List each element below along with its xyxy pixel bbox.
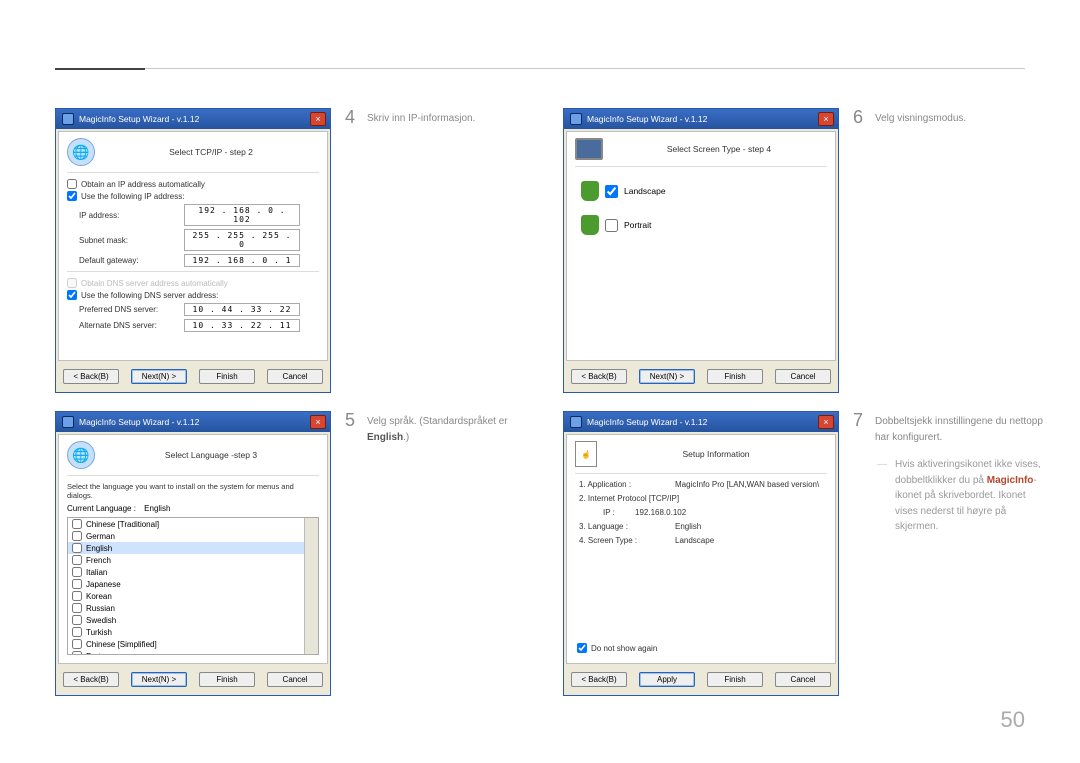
summary-ip: IP :192.168.0.102 bbox=[603, 508, 823, 517]
language-option[interactable]: Turkish bbox=[68, 626, 318, 638]
language-option[interactable]: English bbox=[68, 542, 318, 554]
window-title: MagicInfo Setup Wizard - v.1.12 bbox=[587, 114, 818, 124]
current-lang-value: English bbox=[144, 504, 170, 513]
do-not-show-checkbox[interactable]: Do not show again bbox=[577, 643, 657, 653]
finish-button[interactable]: Finish bbox=[199, 672, 255, 687]
back-button[interactable]: < Back(B) bbox=[63, 369, 119, 384]
ip-address-row: IP address:192 . 168 . 0 . 102 bbox=[79, 204, 319, 226]
header-rule bbox=[55, 68, 1025, 69]
summary-protocol: 2. Internet Protocol [TCP/IP] bbox=[579, 494, 823, 503]
tip-text: Hvis aktiveringsikonet ikke vises, dobbe… bbox=[875, 457, 1043, 535]
step-text: Skriv inn IP-informasjon. bbox=[367, 108, 475, 393]
language-option[interactable]: Chinese [Traditional] bbox=[68, 518, 318, 530]
language-option[interactable]: French bbox=[68, 554, 318, 566]
app-icon bbox=[570, 113, 582, 125]
close-icon[interactable]: × bbox=[818, 415, 834, 429]
step-text: Dobbeltsjekk innstillingene du nettopp h… bbox=[875, 411, 1043, 445]
wizard-window-step2: MagicInfo Setup Wizard - v.1.12 × 🌐 Sele… bbox=[55, 108, 331, 393]
language-option[interactable]: Chinese [Simplified] bbox=[68, 638, 318, 650]
tree-icon bbox=[581, 181, 599, 201]
use-following-dns[interactable]: Use the following DNS server address: bbox=[67, 290, 319, 300]
panel-title: Setup Information bbox=[605, 449, 827, 459]
window-title: MagicInfo Setup Wizard - v.1.12 bbox=[587, 417, 818, 427]
language-option[interactable]: Russian bbox=[68, 602, 318, 614]
finish-button[interactable]: Finish bbox=[199, 369, 255, 384]
back-button[interactable]: < Back(B) bbox=[63, 672, 119, 687]
step-number: 6 bbox=[853, 108, 875, 393]
apply-button[interactable]: Apply bbox=[639, 672, 695, 687]
step-5: MagicInfo Setup Wizard - v.1.12 × 🌐 Sele… bbox=[55, 411, 535, 696]
landscape-option[interactable]: Landscape bbox=[581, 181, 821, 201]
use-following-ip[interactable]: Use the following IP address: bbox=[67, 191, 319, 201]
globe-icon: 🌐 bbox=[67, 441, 95, 469]
finish-button[interactable]: Finish bbox=[707, 672, 763, 687]
current-lang-label: Current Language : bbox=[67, 504, 136, 513]
gateway-row: Default gateway:192 . 168 . 0 . 1 bbox=[79, 254, 319, 267]
language-option[interactable]: Portuguese bbox=[68, 650, 318, 655]
window-title: MagicInfo Setup Wizard - v.1.12 bbox=[79, 417, 310, 427]
language-option[interactable]: Japanese bbox=[68, 578, 318, 590]
subnet-input[interactable]: 255 . 255 . 255 . 0 bbox=[184, 229, 300, 251]
subnet-row: Subnet mask:255 . 255 . 255 . 0 bbox=[79, 229, 319, 251]
language-option[interactable]: Korean bbox=[68, 590, 318, 602]
panel-title: Select Screen Type - step 4 bbox=[611, 144, 827, 154]
cancel-button[interactable]: Cancel bbox=[267, 369, 323, 384]
step-7: MagicInfo Setup Wizard - v.1.12 × ☝ Setu… bbox=[563, 411, 1043, 696]
pref-dns-row: Preferred DNS server:10 . 44 . 33 . 22 bbox=[79, 303, 319, 316]
app-icon bbox=[62, 113, 74, 125]
next-button[interactable]: Next(N) > bbox=[131, 672, 187, 687]
summary-screen: 4. Screen Type :Landscape bbox=[579, 536, 823, 545]
globe-icon: 🌐 bbox=[67, 138, 95, 166]
monitor-icon bbox=[575, 138, 603, 160]
language-option[interactable]: Swedish bbox=[68, 614, 318, 626]
portrait-option[interactable]: Portrait bbox=[581, 215, 821, 235]
cancel-button[interactable]: Cancel bbox=[775, 369, 831, 384]
step-6: MagicInfo Setup Wizard - v.1.12 × Select… bbox=[563, 108, 1043, 393]
app-icon bbox=[570, 416, 582, 428]
next-button[interactable]: Next(N) > bbox=[639, 369, 695, 384]
close-icon[interactable]: × bbox=[310, 112, 326, 126]
titlebar: MagicInfo Setup Wizard - v.1.12 × bbox=[56, 109, 330, 129]
alt-dns-row: Alternate DNS server:10 . 33 . 22 . 11 bbox=[79, 319, 319, 332]
alt-dns-input[interactable]: 10 . 33 . 22 . 11 bbox=[184, 319, 300, 332]
step-number: 5 bbox=[345, 411, 367, 696]
close-icon[interactable]: × bbox=[310, 415, 326, 429]
right-column: MagicInfo Setup Wizard - v.1.12 × Select… bbox=[563, 108, 1043, 714]
finish-button[interactable]: Finish bbox=[707, 369, 763, 384]
pointer-icon: ☝ bbox=[575, 441, 597, 467]
obtain-dns-auto: Obtain DNS server address automatically bbox=[67, 278, 319, 288]
gateway-input[interactable]: 192 . 168 . 0 . 1 bbox=[184, 254, 300, 267]
lang-desc: Select the language you want to install … bbox=[67, 482, 319, 500]
ip-address-input[interactable]: 192 . 168 . 0 . 102 bbox=[184, 204, 300, 226]
step-text: Velg visningsmodus. bbox=[875, 108, 966, 393]
left-column: MagicInfo Setup Wizard - v.1.12 × 🌐 Sele… bbox=[55, 108, 535, 714]
back-button[interactable]: < Back(B) bbox=[571, 369, 627, 384]
wizard-window-summary: MagicInfo Setup Wizard - v.1.12 × ☝ Setu… bbox=[563, 411, 839, 696]
tree-icon bbox=[581, 215, 599, 235]
panel-title: Select TCP/IP - step 2 bbox=[103, 147, 319, 157]
panel-title: Select Language -step 3 bbox=[103, 450, 319, 460]
wizard-window-step3: MagicInfo Setup Wizard - v.1.12 × 🌐 Sele… bbox=[55, 411, 331, 696]
step-number: 4 bbox=[345, 108, 367, 393]
step-number: 7 bbox=[853, 411, 875, 696]
summary-application: 1. Application :MagicInfo Pro [LAN,WAN b… bbox=[579, 480, 823, 489]
step-4: MagicInfo Setup Wizard - v.1.12 × 🌐 Sele… bbox=[55, 108, 535, 393]
close-icon[interactable]: × bbox=[818, 112, 834, 126]
next-button[interactable]: Next(N) > bbox=[131, 369, 187, 384]
window-title: MagicInfo Setup Wizard - v.1.12 bbox=[79, 114, 310, 124]
pref-dns-input[interactable]: 10 . 44 . 33 . 22 bbox=[184, 303, 300, 316]
back-button[interactable]: < Back(B) bbox=[571, 672, 627, 687]
cancel-button[interactable]: Cancel bbox=[267, 672, 323, 687]
header-rule-accent bbox=[55, 68, 145, 70]
wizard-window-step4: MagicInfo Setup Wizard - v.1.12 × Select… bbox=[563, 108, 839, 393]
language-list[interactable]: Chinese [Traditional]GermanEnglishFrench… bbox=[67, 517, 319, 655]
step-text: Velg språk. (Standardspråket er English.… bbox=[367, 411, 535, 696]
summary-language: 3. Language :English bbox=[579, 522, 823, 531]
app-icon bbox=[62, 416, 74, 428]
language-option[interactable]: Italian bbox=[68, 566, 318, 578]
obtain-ip-auto[interactable]: Obtain an IP address automatically bbox=[67, 179, 319, 189]
language-option[interactable]: German bbox=[68, 530, 318, 542]
cancel-button[interactable]: Cancel bbox=[775, 672, 831, 687]
